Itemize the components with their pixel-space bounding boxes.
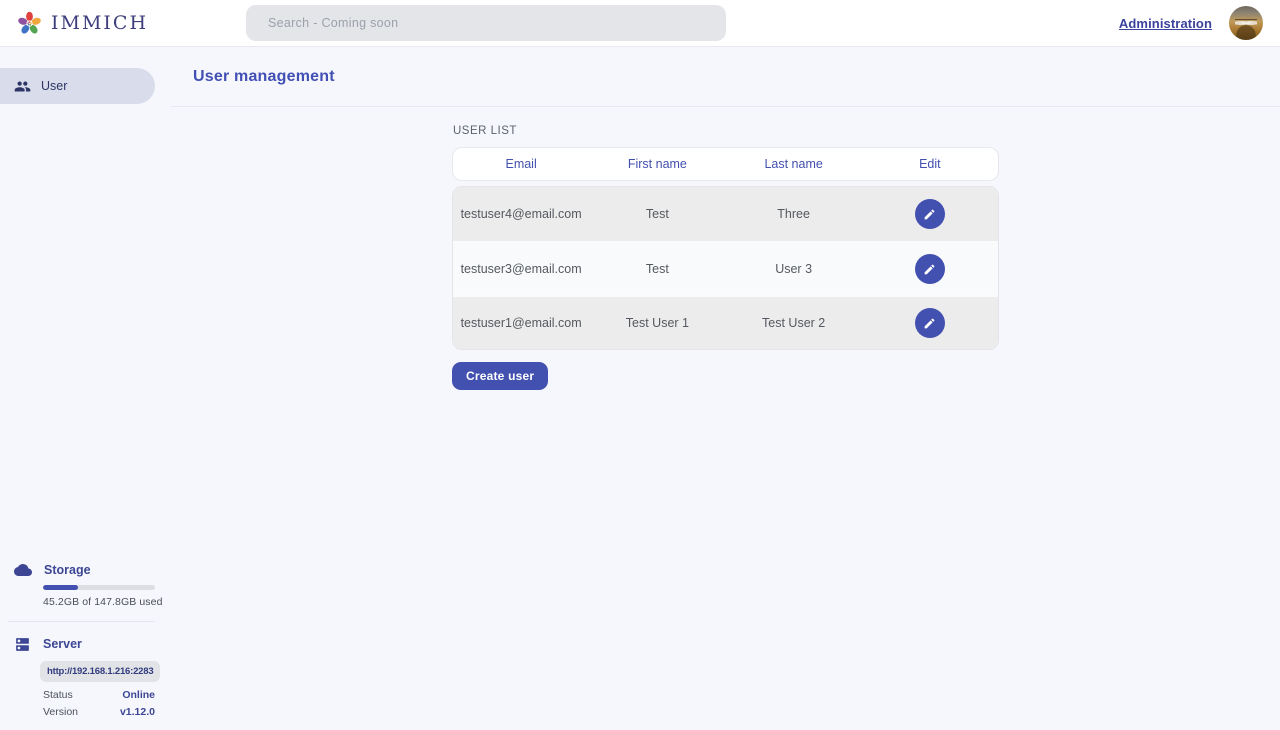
cell-last-name: Three bbox=[726, 207, 862, 221]
sidebar: User Storage 45.2GB of 147.8GB used bbox=[0, 47, 171, 730]
server-title: Server bbox=[43, 637, 82, 651]
table-row: testuser1@email.com Test User 1 Test Use… bbox=[453, 295, 998, 349]
table-row: testuser4@email.com Test Three bbox=[453, 187, 998, 241]
search-input[interactable] bbox=[246, 5, 726, 41]
sidebar-item-label: User bbox=[41, 79, 67, 93]
cell-first-name: Test User 1 bbox=[589, 316, 725, 330]
server-version-label: Version bbox=[43, 706, 78, 718]
main-content: User management USER LIST EmailFirst nam… bbox=[171, 47, 1280, 730]
user-table-body: testuser4@email.com Test Three testuser3… bbox=[452, 186, 999, 350]
storage-title: Storage bbox=[44, 563, 91, 577]
storage-progress-bar bbox=[43, 585, 155, 590]
immich-flower-icon bbox=[16, 10, 43, 37]
app-window: IMMICH Administration User bbox=[0, 0, 1280, 730]
brand-name: IMMICH bbox=[51, 12, 148, 34]
column-header: Last name bbox=[726, 157, 862, 171]
server-icon bbox=[14, 636, 31, 653]
cell-last-name: Test User 2 bbox=[726, 316, 862, 330]
column-header: Email bbox=[453, 157, 589, 171]
cell-email: testuser3@email.com bbox=[453, 262, 589, 276]
user-table-header: EmailFirst nameLast nameEdit bbox=[452, 147, 999, 181]
immich-logo[interactable]: IMMICH bbox=[16, 10, 148, 37]
create-user-button[interactable]: Create user bbox=[452, 362, 548, 390]
table-row: testuser3@email.com Test User 3 bbox=[453, 241, 998, 295]
sidebar-divider bbox=[8, 621, 155, 622]
cell-email: testuser4@email.com bbox=[453, 207, 589, 221]
topbar: IMMICH Administration bbox=[0, 0, 1280, 47]
edit-user-button[interactable] bbox=[915, 254, 945, 284]
server-version-value: v1.12.0 bbox=[120, 706, 155, 718]
storage-progress-fill bbox=[43, 585, 78, 590]
column-header: Edit bbox=[862, 157, 998, 171]
pencil-icon bbox=[923, 317, 936, 330]
edit-user-button[interactable] bbox=[915, 199, 945, 229]
cloud-icon bbox=[14, 561, 32, 579]
storage-usage-text: 45.2GB of 147.8GB used bbox=[43, 596, 171, 608]
edit-user-button[interactable] bbox=[915, 308, 945, 338]
cell-email: testuser1@email.com bbox=[453, 316, 589, 330]
topbar-right: Administration bbox=[1119, 6, 1263, 40]
server-status-value: Online bbox=[122, 689, 155, 701]
user-list-label: USER LIST bbox=[453, 125, 999, 137]
server-url-chip: http://192.168.1.216:2283 bbox=[40, 661, 160, 682]
server-status-label: Status bbox=[43, 689, 73, 701]
column-header: First name bbox=[589, 157, 725, 171]
pencil-icon bbox=[923, 263, 936, 276]
cell-first-name: Test bbox=[589, 207, 725, 221]
administration-link[interactable]: Administration bbox=[1119, 16, 1212, 31]
sidebar-bottom: Storage 45.2GB of 147.8GB used Server bbox=[0, 560, 171, 720]
cell-last-name: User 3 bbox=[726, 262, 862, 276]
pencil-icon bbox=[923, 208, 936, 221]
page-header: User management bbox=[171, 47, 1280, 107]
user-avatar[interactable] bbox=[1229, 6, 1263, 40]
sidebar-item-user[interactable]: User bbox=[0, 68, 155, 104]
page-title: User management bbox=[193, 68, 335, 86]
users-icon bbox=[14, 78, 31, 95]
cell-first-name: Test bbox=[589, 262, 725, 276]
